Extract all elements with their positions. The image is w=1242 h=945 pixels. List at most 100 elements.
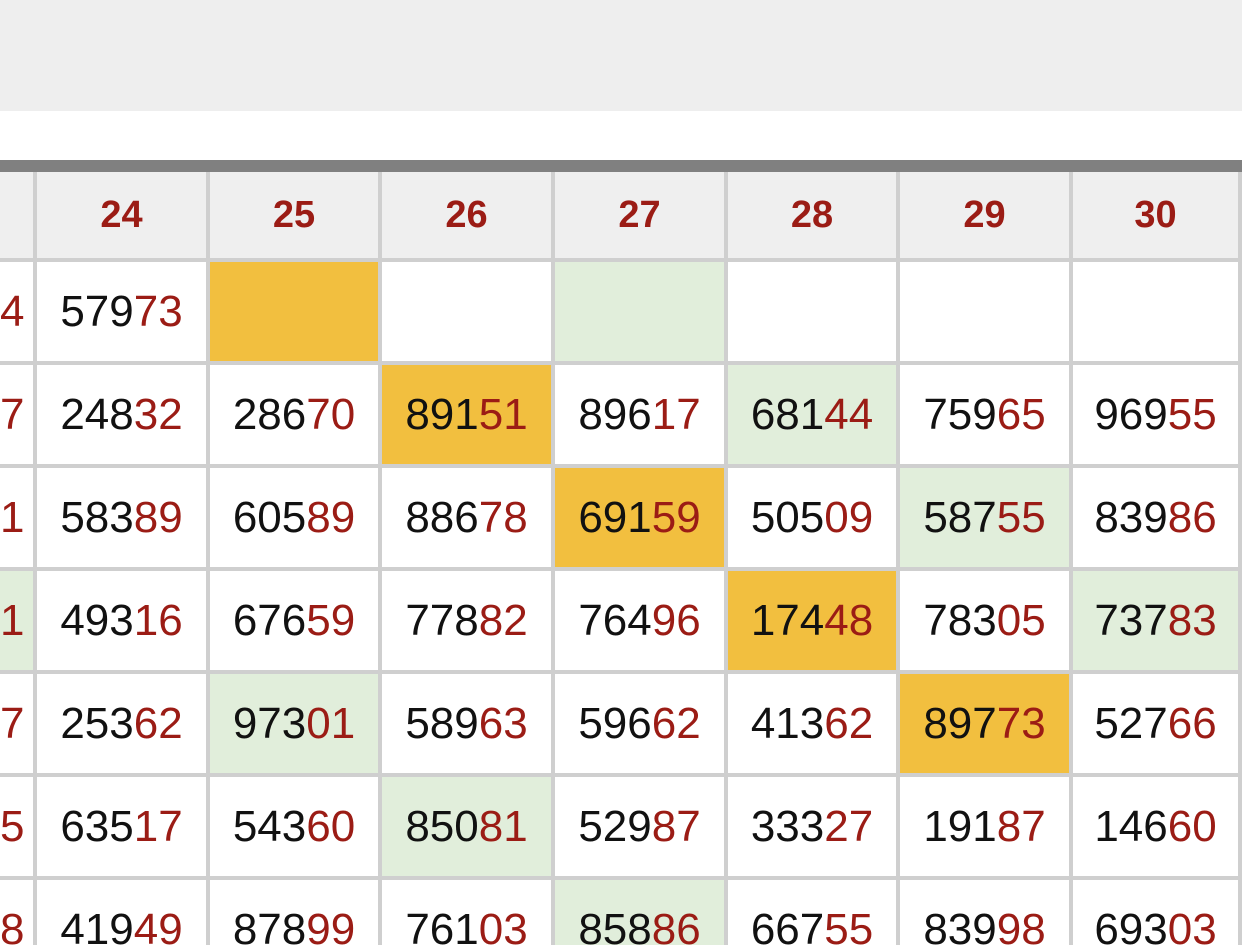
number-suffix: 78 [478,493,528,542]
number-suffix: 73 [133,287,183,336]
number-prefix: 667 [750,905,825,945]
number-prefix: 896 [578,390,652,439]
number-suffix: 1 [0,493,25,542]
number-prefix: 413 [750,699,825,748]
column-header-30: 30 [1073,172,1242,262]
number-cell: 85886 [555,880,728,945]
number-suffix: 09 [824,493,874,542]
number-cell: 57973 [37,262,210,365]
row-edge-cell: 5 [0,777,37,880]
number-cell: 76103 [382,880,555,945]
number-prefix: 759 [923,390,997,439]
number-cell: 76496 [555,571,728,674]
number-suffix: 60 [306,802,356,851]
table-row: 1 58389 60589 88678 69159 50509 58755 83986 [0,468,1242,571]
number-prefix: 897 [923,699,997,748]
number-suffix: 17 [133,802,183,851]
number-prefix: 543 [232,802,307,851]
number-prefix: 248 [60,390,134,439]
number-prefix: 761 [405,905,479,945]
number-prefix: 693 [1094,905,1168,945]
table-row: 5 63517 54360 85081 52987 33327 19187 14660 [0,777,1242,880]
number-cell: 83986 [1073,468,1242,571]
number-prefix: 839 [923,905,997,945]
number-prefix: 527 [1094,699,1168,748]
number-suffix: 1 [0,596,25,645]
column-header-28: 28 [728,172,900,262]
number-cell: 41949 [37,880,210,945]
number-cell: 17448 [728,571,900,674]
number-suffix: 87 [996,802,1046,851]
number-cell: 25362 [37,674,210,777]
number-cell: 59662 [555,674,728,777]
number-prefix: 691 [578,493,652,542]
number-prefix: 969 [1094,390,1168,439]
number-suffix: 62 [651,699,701,748]
number-cell: 60589 [210,468,382,571]
number-suffix: 55 [824,905,874,945]
number-cell: 58963 [382,674,555,777]
number-suffix: 73 [996,699,1046,748]
number-suffix: 82 [478,596,528,645]
number-cell: 68144 [728,365,900,468]
number-cell: 66755 [728,880,900,945]
table-top-rule [0,160,1242,172]
number-prefix: 579 [60,287,134,336]
number-prefix: 419 [60,905,134,945]
number-cell: 24832 [37,365,210,468]
number-cell [728,262,900,365]
number-cell: 88678 [382,468,555,571]
number-cell: 89773 [900,674,1073,777]
number-cell: 63517 [37,777,210,880]
number-cell: 85081 [382,777,555,880]
number-cell: 97301 [210,674,382,777]
number-suffix: 49 [133,905,183,945]
row-edge-cell: 4 [0,262,37,365]
number-cell [382,262,555,365]
number-cell: 33327 [728,777,900,880]
number-prefix: 333 [750,802,825,851]
number-cell: 49316 [37,571,210,674]
number-cell: 69303 [1073,880,1242,945]
lottery-results-table: 24 25 26 27 28 29 30 4 57973 7 24832 28670 89151 8961… [0,160,1242,945]
column-header-25: 25 [210,172,382,262]
number-prefix: 174 [750,596,825,645]
number-suffix: 01 [306,699,356,748]
number-suffix: 03 [1167,905,1217,945]
number-prefix: 146 [1094,802,1168,851]
number-suffix: 81 [478,802,528,851]
number-cell: 19187 [900,777,1073,880]
number-prefix: 583 [60,493,134,542]
number-cell: 58755 [900,468,1073,571]
number-suffix: 4 [0,287,25,336]
number-suffix: 98 [996,905,1046,945]
number-suffix: 63 [478,699,528,748]
number-cell: 28670 [210,365,382,468]
number-suffix: 5 [0,802,25,851]
row-edge-cell: 8 [0,880,37,945]
number-suffix: 32 [133,390,183,439]
number-prefix: 493 [60,596,134,645]
number-cell [1073,262,1242,365]
number-suffix: 05 [996,596,1046,645]
number-cell: 83998 [900,880,1073,945]
row-edge-cell: 7 [0,365,37,468]
number-cell: 50509 [728,468,900,571]
number-prefix: 191 [923,802,997,851]
column-header-label [0,172,37,262]
number-suffix: 66 [1167,699,1217,748]
number-suffix: 59 [651,493,701,542]
number-suffix: 86 [1167,493,1217,542]
number-prefix: 764 [578,596,652,645]
number-cell: 67659 [210,571,382,674]
number-suffix: 60 [1167,802,1217,851]
number-suffix: 17 [651,390,701,439]
number-suffix: 51 [478,390,528,439]
column-header-24: 24 [37,172,210,262]
number-cell: 87899 [210,880,382,945]
number-suffix: 27 [824,802,874,851]
table-header-row: 24 25 26 27 28 29 30 [0,172,1242,262]
number-suffix: 03 [478,905,528,945]
column-header-26: 26 [382,172,555,262]
number-prefix: 850 [405,802,479,851]
